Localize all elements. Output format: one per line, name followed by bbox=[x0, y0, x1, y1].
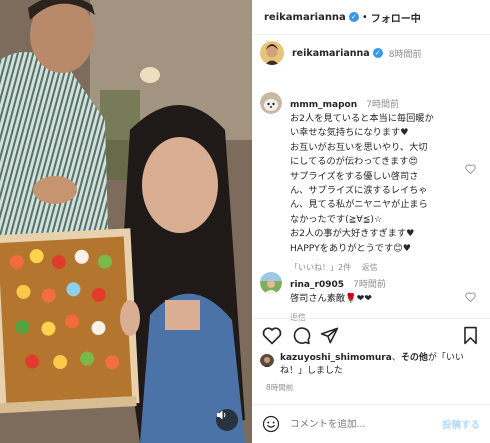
verified-badge-icon: ✓ bbox=[348, 12, 359, 22]
liked-by-others-link[interactable]: その他 bbox=[401, 353, 428, 363]
comment-username[interactable]: rina_r0905 bbox=[290, 280, 344, 290]
liked-by-suffix-1: が「いい bbox=[427, 353, 464, 363]
post-details-panel: reikamarianna ✓ • フォロー中 reikamarianna ✓ … bbox=[252, 0, 490, 443]
commenter-avatar[interactable] bbox=[260, 272, 282, 294]
comment-text: 啓司さん素敵🌹❤❤ bbox=[290, 293, 372, 304]
speaker-icon bbox=[217, 410, 226, 420]
comment-time: 7時間前 bbox=[353, 280, 386, 290]
comment-text: お2人を見ていると本当に毎回暖か い幸せな気持ちになります♥ お互いがお互いを思… bbox=[290, 113, 434, 254]
post-media-video[interactable] bbox=[0, 0, 252, 443]
mute-toggle-button[interactable] bbox=[216, 409, 238, 431]
post-action-bar bbox=[262, 326, 482, 348]
follow-status-button[interactable]: フォロー中 bbox=[371, 10, 421, 25]
comment-heart-icon[interactable] bbox=[465, 164, 476, 174]
comment-input[interactable] bbox=[290, 418, 400, 430]
comment-heart-icon[interactable] bbox=[465, 292, 476, 302]
liked-by-row: kazuyoshi_shimomura、その他が「いい ね！」しました bbox=[260, 352, 482, 378]
commenter-avatar[interactable] bbox=[260, 92, 282, 114]
post-photo bbox=[0, 0, 252, 443]
post-timestamp: 8時間前 bbox=[266, 383, 294, 392]
liked-by-suffix-2: ね！」しました bbox=[280, 366, 344, 376]
liker-username[interactable]: kazuyoshi_shimomura bbox=[280, 353, 392, 363]
comment-item: rina_r0905 7時間前 啓司さん素敵🌹❤❤ 返信 bbox=[260, 272, 482, 323]
bookmark-icon[interactable] bbox=[462, 326, 479, 345]
verified-badge-icon: ✓ bbox=[372, 48, 383, 58]
heart-icon[interactable] bbox=[262, 326, 282, 345]
comment-likes-count[interactable]: 「いいね！」2件 bbox=[290, 263, 351, 272]
add-comment-bar: 投稿する bbox=[252, 404, 490, 443]
comment-username[interactable]: mmm_mapon bbox=[290, 100, 357, 110]
post-header: reikamarianna ✓ • フォロー中 bbox=[252, 0, 490, 34]
actions-divider bbox=[252, 318, 490, 319]
comment-item: mmm_mapon 7時間前 お2人を見ていると本当に毎回暖か い幸せな気持ちに… bbox=[260, 92, 482, 273]
post-time: 8時間前 bbox=[388, 49, 422, 60]
liker-avatar[interactable] bbox=[260, 353, 274, 367]
emoji-icon[interactable] bbox=[262, 415, 280, 433]
post-comment-button[interactable]: 投稿する bbox=[442, 417, 480, 431]
post-author-row: reikamarianna ✓ 8時間前 bbox=[260, 40, 482, 66]
author-username[interactable]: reikamarianna bbox=[292, 48, 370, 59]
liked-by-text: kazuyoshi_shimomura、その他が「いい ね！」しました bbox=[280, 353, 464, 376]
comment-time: 7時間前 bbox=[366, 100, 399, 110]
author-avatar[interactable] bbox=[260, 41, 284, 65]
paper-plane-icon[interactable] bbox=[320, 326, 339, 345]
header-username[interactable]: reikamarianna bbox=[264, 12, 346, 23]
header-divider bbox=[252, 34, 490, 35]
header-separator: • bbox=[361, 11, 368, 23]
comment-bubble-icon[interactable] bbox=[292, 326, 311, 345]
comment-reply-button[interactable]: 返信 bbox=[362, 263, 378, 272]
